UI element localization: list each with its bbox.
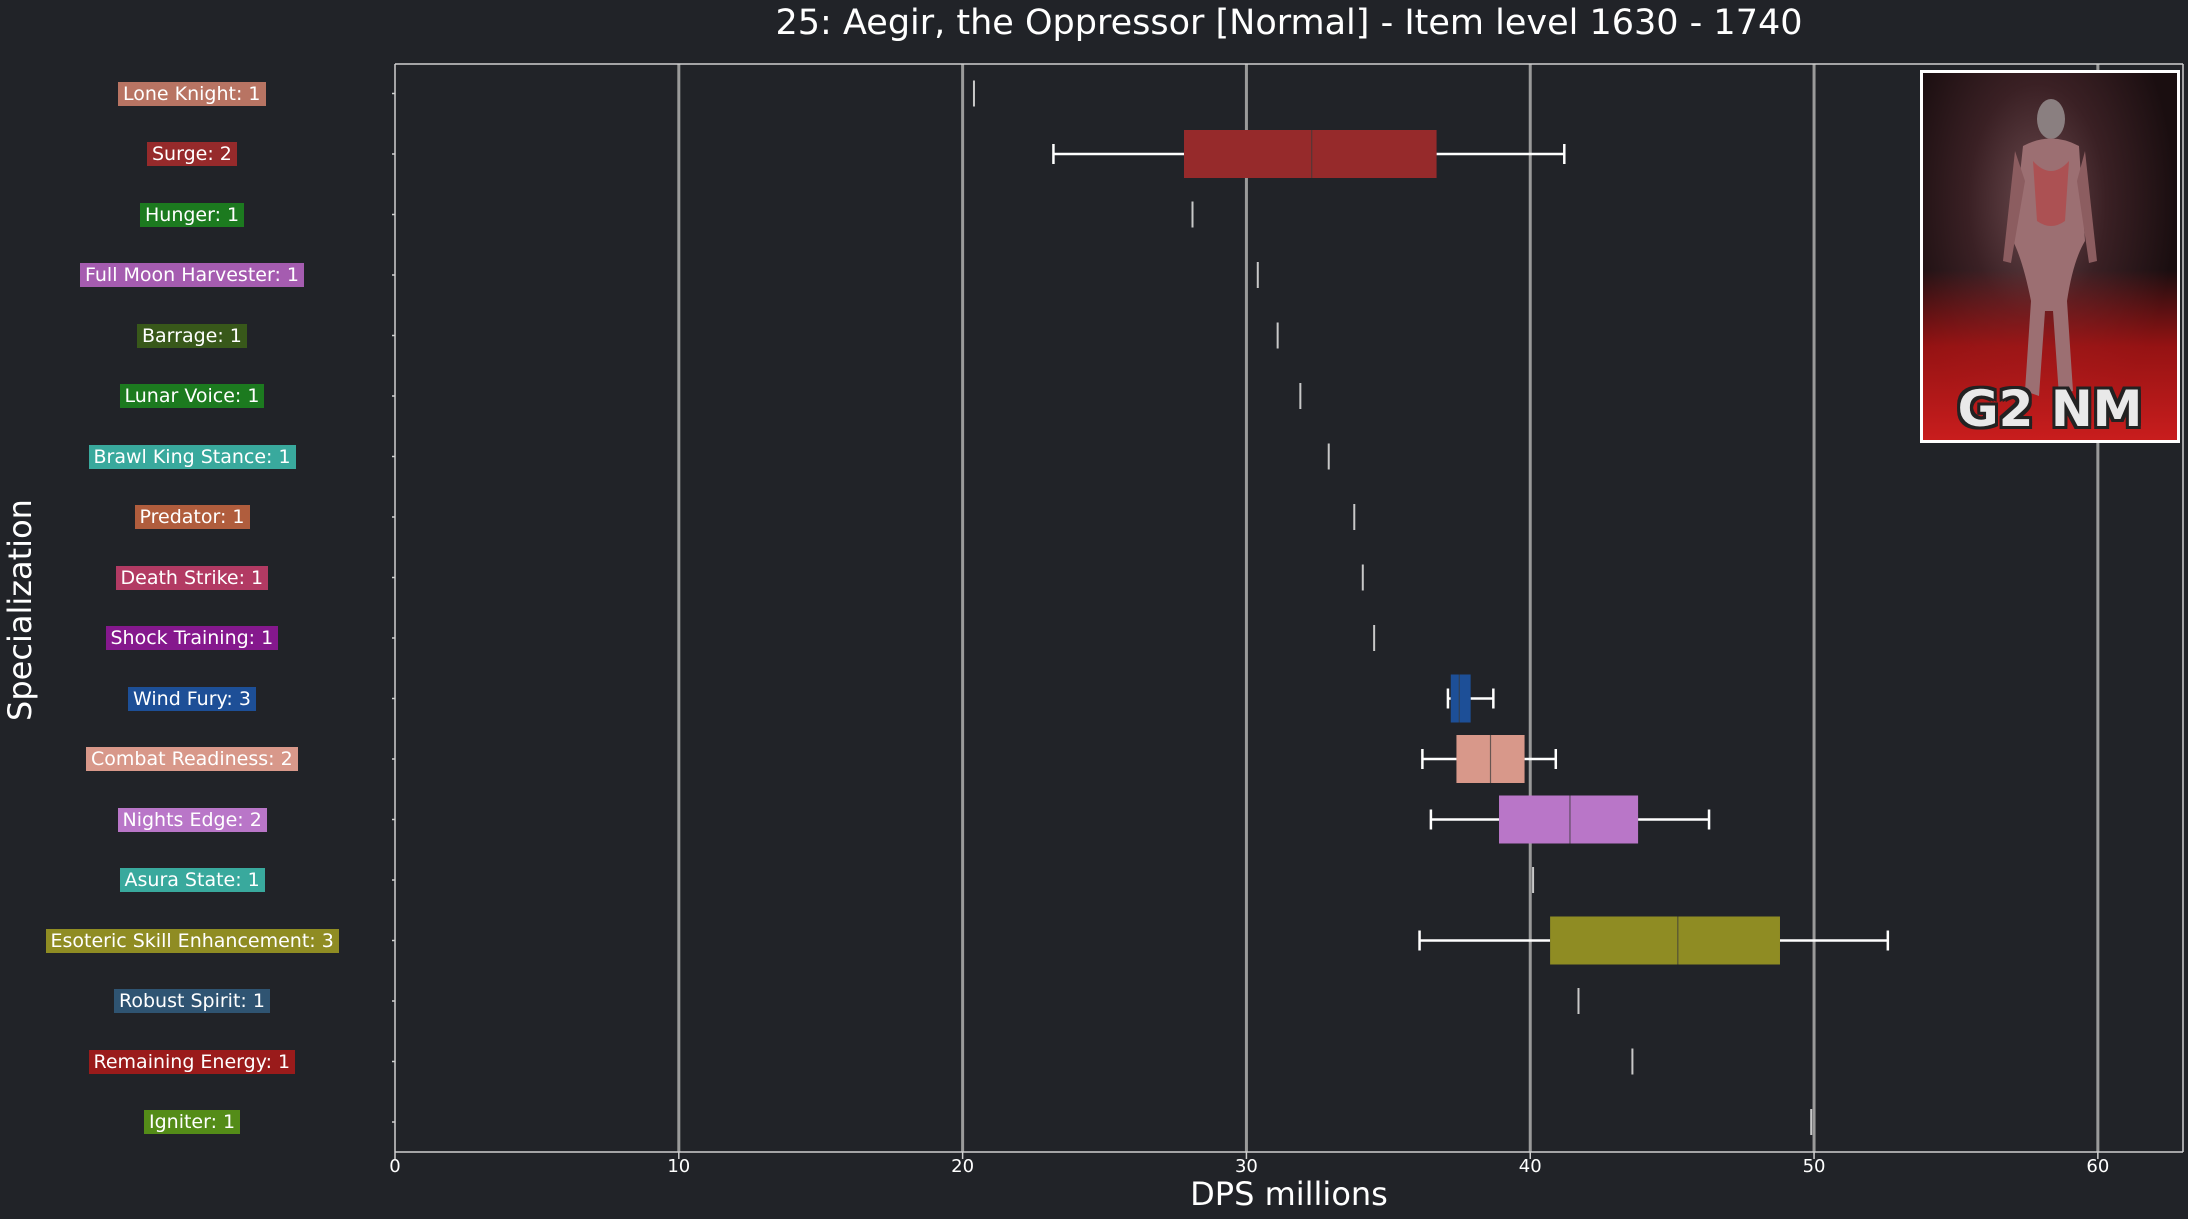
boss-thumbnail: G2 NM (1920, 70, 2180, 443)
box-plot (392, 63, 2184, 1159)
box-iqr (1183, 130, 1437, 178)
boss-figure-image (2003, 99, 2097, 396)
thumbnail-caption: G2 NM (1957, 380, 2143, 438)
box-iqr (1550, 916, 1780, 965)
box-iqr (1499, 795, 1639, 844)
box-iqr (1450, 674, 1471, 723)
